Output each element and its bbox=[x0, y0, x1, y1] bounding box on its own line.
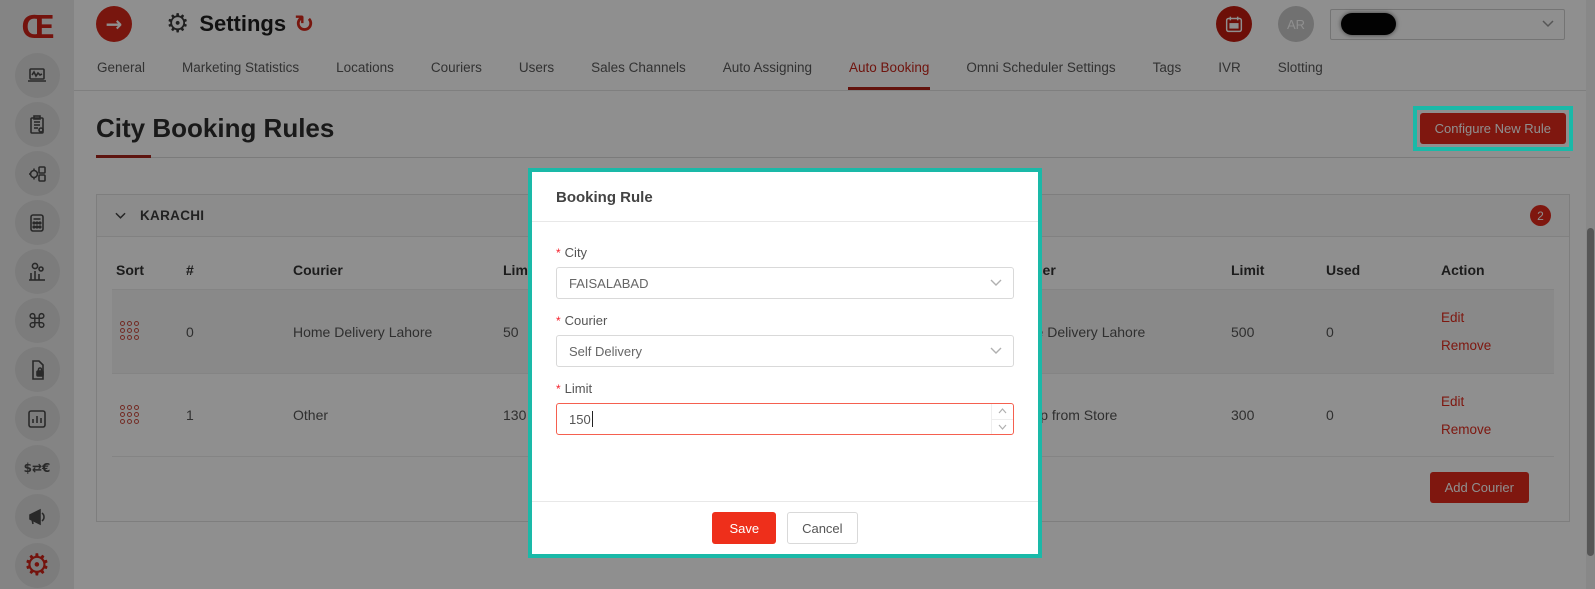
spinner-up-icon[interactable] bbox=[992, 404, 1013, 420]
required-asterisk: * bbox=[556, 382, 561, 396]
courier-select-value: Self Delivery bbox=[569, 344, 642, 359]
required-asterisk: * bbox=[556, 314, 561, 328]
required-asterisk: * bbox=[556, 246, 561, 260]
cancel-button[interactable]: Cancel bbox=[787, 512, 857, 544]
city-select[interactable]: FAISALABAD bbox=[556, 267, 1014, 299]
limit-number-input[interactable]: 150 bbox=[556, 403, 1014, 435]
limit-input-value: 150 bbox=[569, 412, 591, 427]
spinner-down-icon[interactable] bbox=[992, 420, 1013, 435]
modal-title: Booking Rule bbox=[532, 172, 1038, 222]
limit-field-label: *Limit bbox=[556, 381, 1014, 396]
number-spinner bbox=[991, 404, 1013, 434]
courier-field-label: *Courier bbox=[556, 313, 1014, 328]
booking-rule-modal: Booking Rule *City FAISALABAD *Courier S… bbox=[528, 168, 1042, 558]
city-select-value: FAISALABAD bbox=[569, 276, 648, 291]
chevron-down-icon bbox=[990, 279, 1002, 287]
courier-select[interactable]: Self Delivery bbox=[556, 335, 1014, 367]
city-field-label: *City bbox=[556, 245, 1014, 260]
save-button[interactable]: Save bbox=[712, 512, 776, 544]
chevron-down-icon bbox=[990, 347, 1002, 355]
text-caret bbox=[592, 411, 593, 427]
